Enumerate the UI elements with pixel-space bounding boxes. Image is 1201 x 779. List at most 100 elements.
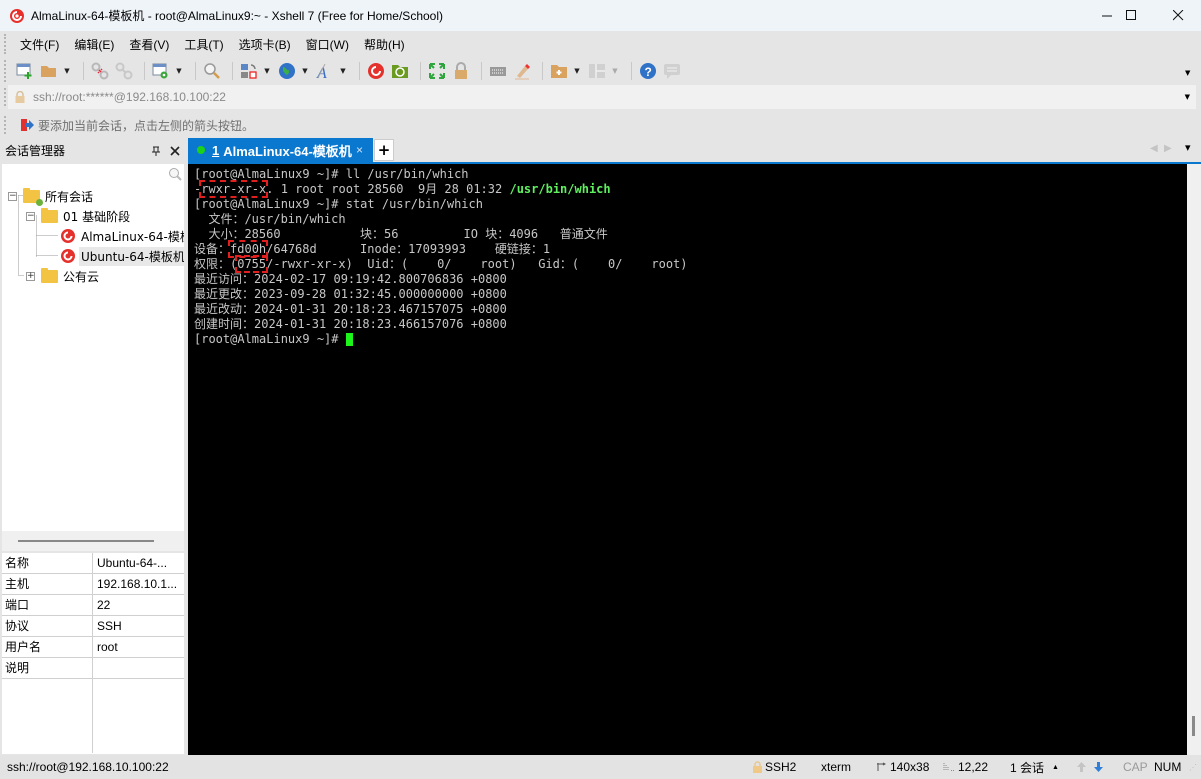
property-key: 端口 xyxy=(2,595,93,615)
panel-splitter[interactable] xyxy=(2,531,184,551)
highlighted-octal-mode: 0755 xyxy=(235,255,269,273)
address-bar[interactable]: ssh://root:******@192.168.10.100:22 ▼ xyxy=(8,85,1196,109)
terminal-view[interactable]: [root@AlmaLinux9 ~]# ll /usr/bin/which -… xyxy=(188,164,1187,755)
lock-icon xyxy=(455,62,467,79)
tab-scroll-right[interactable]: ▶ xyxy=(1164,143,1172,154)
terminal-scrollbar[interactable] xyxy=(1187,164,1201,755)
tree-label: 公有云 xyxy=(63,269,100,284)
session-properties-dropdown[interactable]: ▼ xyxy=(175,67,183,75)
tab-almalinux[interactable]: 1 AlmaLinux-64-模板机 × xyxy=(188,138,373,162)
xshell-button[interactable] xyxy=(366,61,386,81)
terminal-line: 最近更改：2023-09-28 01:32:45.000000000 +0800 xyxy=(194,287,507,301)
terminal-line: 权限：(0755/-rwxr-xr-x) Uid：( 0/ root) Gid：… xyxy=(194,255,1187,273)
terminal-line: -rwxr-xr-x. 1 root root 28560 9月 28 01:3… xyxy=(194,180,1187,198)
status-sessions[interactable]: 1 会话 xyxy=(1010,755,1044,779)
fullscreen-icon xyxy=(429,63,445,79)
highlight-button[interactable] xyxy=(512,61,532,81)
add-session-arrow-icon[interactable] xyxy=(20,118,34,132)
chat-button[interactable] xyxy=(662,61,682,81)
help-button[interactable]: ? xyxy=(638,61,658,81)
globe-dropdown[interactable]: ▼ xyxy=(301,67,309,75)
cursor-position-icon xyxy=(943,763,954,771)
menu-tabs[interactable]: 选项卡(B) xyxy=(239,36,291,53)
new-session-icon xyxy=(16,63,32,79)
menu-tools[interactable]: 工具(T) xyxy=(184,36,223,53)
tab-number: 1 xyxy=(212,142,220,158)
resize-icon xyxy=(877,762,886,771)
terminal-text: 设备： xyxy=(194,242,231,256)
new-session-button[interactable] xyxy=(15,61,35,81)
expand-icon[interactable]: + xyxy=(26,271,35,281)
find-button[interactable] xyxy=(202,61,222,81)
terminal-line: 最近访问：2024-02-17 09:19:42.800706836 +0800 xyxy=(194,272,507,286)
session-properties-button[interactable] xyxy=(151,61,171,81)
tree-node-group-basic[interactable]: − 01 基础阶段 xyxy=(26,206,130,226)
xshell-session-icon xyxy=(61,229,75,243)
font-dropdown[interactable]: ▼ xyxy=(339,67,347,75)
toolbar-separator xyxy=(481,62,482,80)
new-tab-button[interactable]: + xyxy=(374,139,394,161)
reconnect-button[interactable] xyxy=(114,61,134,81)
new-folder-dropdown[interactable]: ▼ xyxy=(573,67,581,75)
address-dropdown[interactable]: ▼ xyxy=(1185,93,1190,101)
session-manager-panel: 会话管理器 − 所有会话 − 01 基础阶段 AlmaLinux-64-模板机 xyxy=(0,138,186,755)
property-value: SSH xyxy=(97,619,122,633)
tab-scroll-left[interactable]: ◀ xyxy=(1150,143,1158,154)
session-search-input[interactable] xyxy=(2,164,184,184)
tree-node-all-sessions[interactable]: − 所有会话 xyxy=(8,186,93,206)
maximize-button[interactable] xyxy=(1108,0,1154,31)
collapse-icon[interactable]: − xyxy=(26,211,35,221)
toolbar-separator xyxy=(83,62,84,80)
close-panel-icon[interactable] xyxy=(170,146,180,156)
close-button[interactable] xyxy=(1155,0,1201,31)
new-folder-button[interactable] xyxy=(549,61,569,81)
address-value[interactable]: ssh://root:******@192.168.10.100:22 xyxy=(33,90,226,104)
pin-icon[interactable] xyxy=(151,146,161,156)
layout-button[interactable] xyxy=(587,61,607,81)
layout-dropdown[interactable]: ▼ xyxy=(611,67,619,75)
terminal-line: 设备：fd00h/64768d Inode：17093993 硬链接：1 xyxy=(194,240,1187,258)
open-button[interactable] xyxy=(39,61,59,81)
tree-node-session-almalinux[interactable]: AlmaLinux-64-模板机 xyxy=(60,226,184,246)
tab-close-button[interactable]: × xyxy=(356,143,363,157)
collapse-icon[interactable]: − xyxy=(8,191,17,201)
property-row: 说明 xyxy=(2,658,184,679)
menu-view[interactable]: 查看(V) xyxy=(129,36,169,53)
property-value: 22 xyxy=(97,598,111,612)
xftp-button[interactable] xyxy=(390,61,410,81)
toolbar-overflow[interactable]: ▼ xyxy=(1185,69,1190,77)
disconnect-button[interactable] xyxy=(90,61,110,81)
status-protocol: SSH2 xyxy=(752,755,796,779)
toolbar-separator xyxy=(232,62,233,80)
tab-list-dropdown[interactable]: ▾ xyxy=(1185,141,1191,154)
menu-file[interactable]: 文件(F) xyxy=(20,36,59,53)
resize-grip[interactable]: ⋰ xyxy=(1189,755,1197,779)
fullscreen-button[interactable] xyxy=(427,61,447,81)
open-dropdown[interactable]: ▼ xyxy=(63,67,71,75)
tree-node-group-cloud[interactable]: + 公有云 xyxy=(26,266,99,286)
disconnect-icon xyxy=(91,62,109,80)
transfer-dropdown[interactable]: ▼ xyxy=(263,67,271,75)
sessions-up-arrow[interactable]: ▲ xyxy=(1052,755,1059,779)
arrow-up-icon xyxy=(1077,762,1086,772)
terminal-text: /64768d Inode：17093993 硬链接：1 xyxy=(266,242,551,256)
property-row: 协议 SSH xyxy=(2,616,184,637)
xshell-app-icon xyxy=(10,8,24,23)
transfer-button[interactable] xyxy=(239,61,259,81)
status-size: 140x38 xyxy=(876,755,929,779)
property-key: 协议 xyxy=(2,616,93,636)
keyboard-button[interactable] xyxy=(488,61,508,81)
font-button[interactable]: A xyxy=(315,61,335,81)
menu-window[interactable]: 窗口(W) xyxy=(306,36,349,53)
search-icon[interactable] xyxy=(168,167,182,181)
scrollbar-thumb[interactable] xyxy=(1192,716,1195,736)
globe-button[interactable] xyxy=(277,61,297,81)
tree-node-session-ubuntu[interactable]: Ubuntu-64-模板机 xyxy=(60,246,184,266)
menu-help[interactable]: 帮助(H) xyxy=(364,36,405,53)
menu-edit[interactable]: 编辑(E) xyxy=(74,36,114,53)
addressbar-grip[interactable] xyxy=(4,88,7,106)
highlight-icon xyxy=(515,64,530,80)
toolbar-separator xyxy=(631,62,632,80)
lock-button[interactable] xyxy=(451,61,471,81)
property-value xyxy=(93,658,97,678)
